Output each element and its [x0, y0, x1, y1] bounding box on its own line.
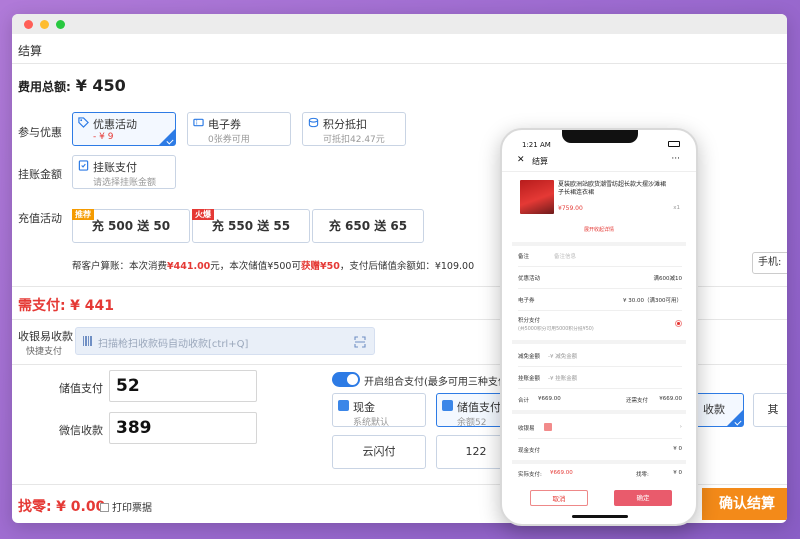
stored-value-pay-label: 储值支付	[59, 382, 103, 395]
phone-row-note[interactable]: 备注 备注信息	[518, 252, 682, 260]
product-qty: x1	[673, 205, 680, 211]
separator	[512, 242, 686, 246]
phone-row-cashier[interactable]: 收银易 ›	[518, 423, 682, 432]
credit-label: 挂账金额	[18, 168, 62, 181]
phone-row-subtotal: 合计 ¥669.00 还需支付 ¥669.00	[518, 396, 682, 404]
phone-nav-bar: ✕ 结算 ···	[502, 152, 696, 172]
title-bar	[12, 14, 787, 34]
points-icon	[308, 117, 319, 128]
combo-pay-toggle[interactable]	[332, 372, 360, 387]
phone-row-credit[interactable]: 挂账金额 -¥ 挂账金额	[518, 374, 682, 382]
cashier-icon	[544, 423, 552, 431]
phone-status-bar: 1:21 AM	[502, 130, 696, 150]
wechat-pay-label: 微信收款	[59, 424, 103, 437]
separator	[518, 288, 682, 289]
more-icon[interactable]: ···	[671, 154, 680, 164]
barcode-icon	[83, 336, 92, 346]
chevron-right-icon: ›	[679, 424, 682, 430]
phone-row-reduce[interactable]: 减免金额 -¥ 减免金额	[518, 352, 682, 360]
separator	[512, 340, 686, 344]
selected-check-icon	[159, 129, 175, 145]
phone-confirm-button[interactable]: 确定	[614, 490, 672, 506]
product-image	[520, 180, 554, 214]
close-icon[interactable]: ✕	[517, 155, 525, 165]
discount-coupon-card[interactable]: 电子券 0张券可用	[187, 112, 291, 146]
phone-row-points[interactable]: 积分支付	[518, 316, 682, 324]
points-radio[interactable]	[675, 320, 682, 327]
app-title: 结算	[18, 44, 43, 58]
method-cash[interactable]: 现金 系统默认	[332, 393, 426, 428]
separator	[512, 460, 686, 464]
separator	[518, 366, 682, 367]
wechat-pay-input[interactable]: 389	[109, 412, 257, 444]
amount-due: 需支付: ¥ 441	[18, 298, 114, 314]
discount-label: 参与优惠	[18, 126, 62, 139]
phone-row-cash: 现金支付 ¥ 0	[518, 446, 682, 454]
method-other[interactable]: 其	[753, 393, 787, 427]
cashier-label: 收银易收款	[18, 330, 73, 343]
maximize-window-button[interactable]	[56, 20, 65, 29]
separator	[518, 438, 682, 439]
topup-label: 充值活动	[18, 212, 62, 225]
total-amount: 费用总额: ¥ 450	[18, 76, 126, 95]
separator	[518, 388, 682, 389]
separator	[518, 310, 682, 311]
close-window-button[interactable]	[24, 20, 33, 29]
phone-cancel-button[interactable]: 取消	[530, 490, 588, 506]
minimize-window-button[interactable]	[40, 20, 49, 29]
method-unionpay[interactable]: 云闪付	[332, 435, 426, 469]
phone-notch	[562, 130, 638, 143]
phone-mockup: 1:21 AM ✕ 结算 ··· 夏装欧洲站欧货潮雪纺超长款大摆沙滩裙子长裙连衣…	[500, 128, 698, 526]
phone-row-actual: 实际支付: ¥669.00 找零: ¥ 0	[518, 470, 682, 478]
phone-row-coupon[interactable]: 电子券 ¥ 30.00（满300可用）	[518, 296, 682, 304]
stored-value-pay-input[interactable]: 52	[109, 370, 257, 402]
separator	[512, 410, 686, 414]
phone-row-points-sub: (共5000积分可用5000积分抵¥50)	[518, 327, 594, 332]
discount-points-card[interactable]: 积分抵扣 可抵扣42.47元	[302, 112, 406, 146]
home-indicator	[572, 515, 628, 518]
product-price: ¥759.00	[558, 205, 583, 212]
scan-input[interactable]: 扫描枪扫收款码自动收款[ctrl+Q]	[75, 327, 375, 355]
separator	[518, 266, 682, 267]
cashier-sub: 快捷支付	[26, 347, 63, 357]
tag-icon	[78, 117, 89, 128]
phone-row-promo[interactable]: 优惠活动 满600减10	[518, 274, 682, 282]
scan-frame-icon[interactable]	[354, 336, 366, 348]
print-receipt-checkbox[interactable]: 打印票据	[100, 499, 152, 514]
topup-option-650[interactable]: 充 650 送 65	[312, 209, 424, 243]
battery-icon	[668, 141, 680, 147]
cash-icon	[338, 400, 349, 411]
credit-pay-card[interactable]: 挂账支付 请选择挂账金额	[72, 155, 176, 189]
selected-check-icon	[727, 410, 743, 426]
hot-tag: 火爆	[192, 209, 214, 220]
calculation-note: 帮客户算账：本次消费¥441.00元，本次储值¥500可获赠¥50，支付后储值余…	[72, 261, 475, 272]
product-name: 夏装欧洲站欧货潮雪纺超长款大摆沙滩裙子长裙连衣裙	[558, 181, 667, 196]
credit-icon	[78, 160, 89, 171]
confirm-checkout-button[interactable]: 确认结算	[702, 488, 787, 520]
recommend-tag: 推荐	[72, 209, 94, 220]
expand-details-link[interactable]: 展开收起详情	[502, 226, 696, 233]
change-amount: 找零: ¥ 0.00	[18, 499, 106, 515]
coupon-icon	[193, 118, 204, 127]
wallet-icon	[442, 400, 453, 411]
checkbox-icon	[100, 503, 109, 512]
topup-option-550[interactable]: 火爆 充 550 送 55	[192, 209, 310, 243]
topup-option-500[interactable]: 推荐 充 500 送 50	[72, 209, 190, 243]
discount-promo-card[interactable]: 优惠活动 - ¥ 9	[72, 112, 176, 146]
phone-field[interactable]: 手机:	[752, 252, 787, 274]
combo-pay-label: 开启组合支付(最多可用三种支付	[364, 377, 508, 388]
divider	[12, 63, 787, 64]
